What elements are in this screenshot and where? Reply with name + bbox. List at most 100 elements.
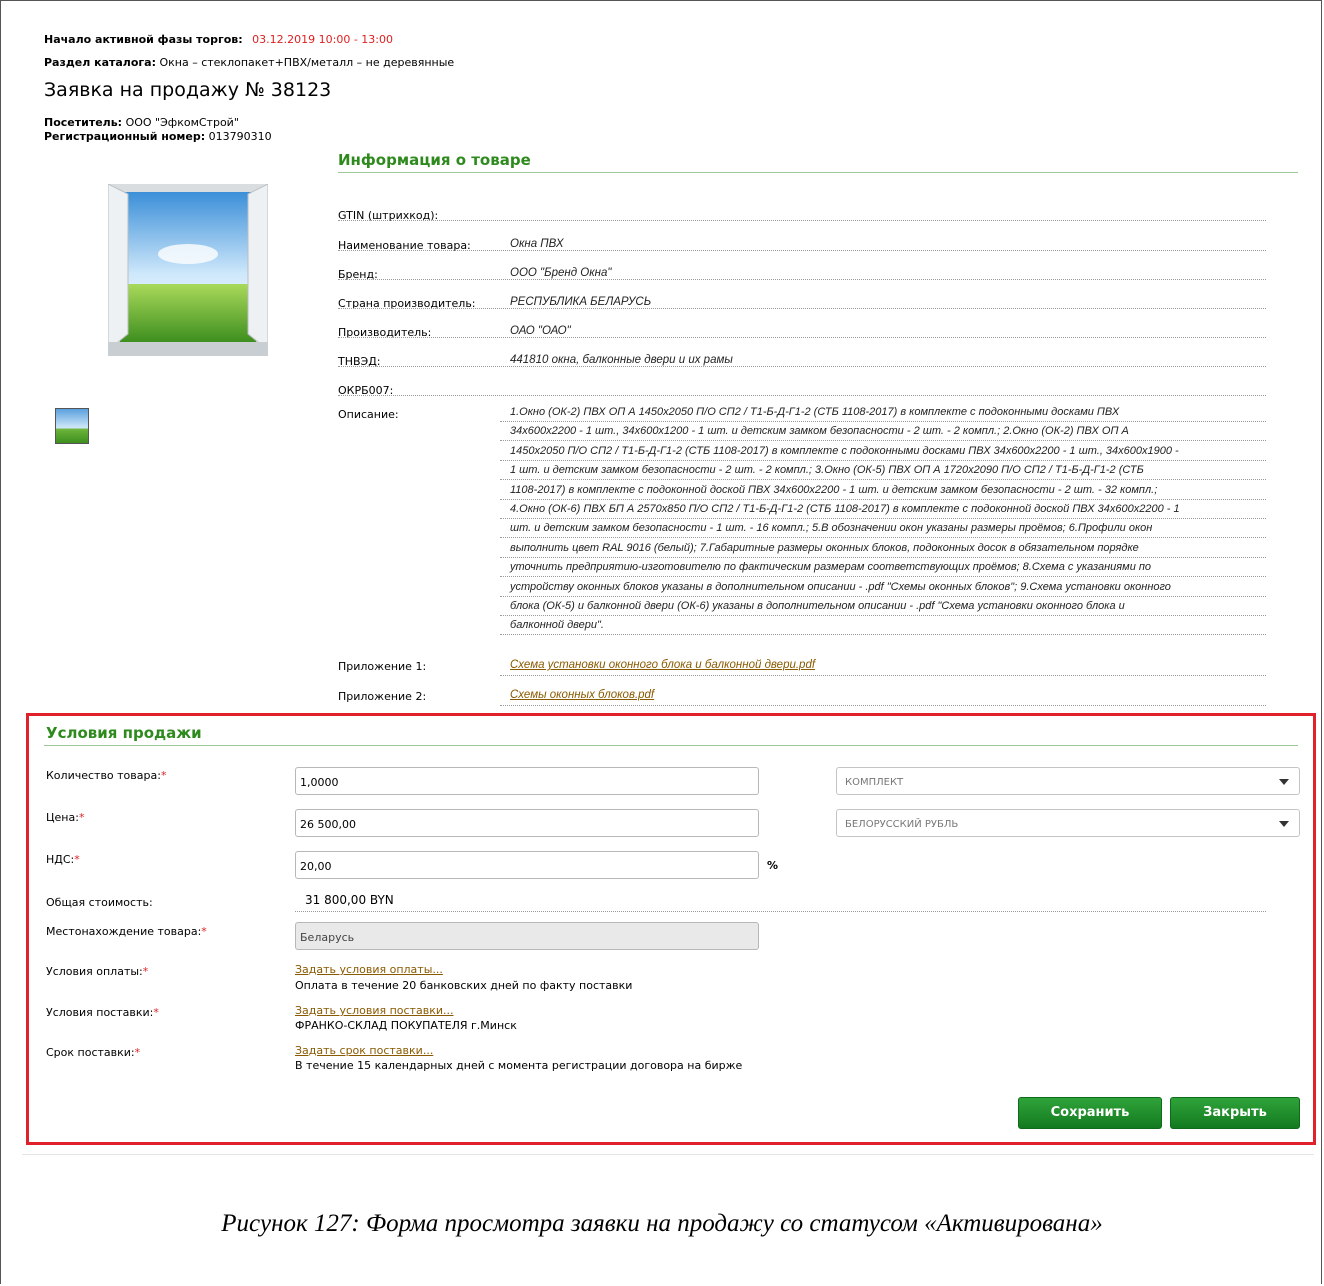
description-line-rule [500, 634, 1266, 636]
payment-label-text: Условия оплаты: [46, 965, 143, 978]
info-row-line [338, 308, 1266, 309]
description-line-rule [500, 576, 1266, 578]
catalog-label: Раздел каталога: [44, 56, 156, 69]
description-line: выполнить цвет RAL 9016 (белый); 7.Габар… [510, 541, 1139, 554]
description-line: устройству оконных блоков указаны в допо… [510, 580, 1171, 593]
term-link[interactable]: Задать срок поставки... [295, 1044, 433, 1057]
required-mark: * [74, 853, 80, 866]
qty-label-text: Количество товара: [46, 769, 161, 782]
currency-select[interactable]: БЕЛОРУССКИЙ РУБЛЬ [836, 809, 1300, 837]
total-value: 31 800,00 BYN [305, 893, 394, 907]
description-line: 1.Окно (ОК-2) ПВХ ОП А 1450x2050 П/О СП2… [510, 406, 1120, 418]
chevron-down-icon [1279, 779, 1289, 785]
description-line: балконной двери". [510, 619, 604, 632]
description-line-rule [500, 615, 1266, 616]
delivery-link[interactable]: Задать условия поставки... [295, 1004, 453, 1017]
info-row-value: ООО "Бренд Окна" [510, 267, 612, 279]
unit-select-value: КОМПЛЕКТ [845, 777, 904, 788]
window-image [107, 183, 269, 356]
close-button[interactable]: Закрыть [1170, 1097, 1300, 1129]
sale-conditions-title: Условия продажи [46, 724, 202, 742]
payment-link[interactable]: Задать условия оплаты... [295, 963, 443, 976]
info-row-line [338, 366, 1266, 367]
location-label: Местонахождение товара:* [46, 925, 207, 938]
payment-label: Условия оплаты:* [46, 965, 148, 978]
description-line-rule [500, 556, 1266, 558]
description-line-rule [500, 595, 1266, 597]
visitor: Посетитель: ООО "ЭфкомСтрой" [44, 116, 239, 129]
qty-input[interactable]: 1,0000 [295, 767, 759, 795]
chevron-down-icon [1279, 821, 1289, 827]
term-label: Срок поставки:* [46, 1046, 140, 1059]
attachment1-link[interactable]: Схема установки оконного блока и балконн… [510, 659, 815, 671]
reg-number: Регистрационный номер: 013790310 [44, 130, 272, 143]
product-info-title: Информация о товаре [338, 151, 531, 169]
vat-input[interactable]: 20,00 [295, 851, 759, 879]
info-row-line [338, 279, 1266, 280]
product-image [107, 183, 269, 364]
price-label: Цена:* [46, 811, 84, 824]
description-line-rule [500, 498, 1266, 500]
vat-unit: % [767, 859, 779, 872]
info-row-value: 441810 окна, балконные двери и их рамы [510, 354, 733, 366]
page-title: Заявка на продажу № 38123 [44, 79, 332, 101]
info-row-value: ОАО "ОАО" [510, 325, 571, 337]
attachment2-label: Приложение 2: [338, 690, 427, 703]
sale-conditions-rule [44, 745, 1298, 746]
visitor-value: ООО "ЭфкомСтрой" [125, 116, 239, 129]
attachment1-line [500, 675, 1266, 676]
info-row-line [338, 250, 1266, 251]
term-text: В течение 15 календарных дней с момента … [295, 1059, 743, 1072]
trade-start: Начало активной фазы торгов: 03.12.2019 … [44, 33, 393, 46]
price-label-text: Цена: [46, 811, 79, 824]
trade-start-label: Начало активной фазы торгов: [44, 33, 243, 46]
catalog-section: Раздел каталога: Окна – стеклопакет+ПВХ/… [44, 56, 454, 69]
attachment2-link[interactable]: Схемы оконных блоков.pdf [510, 689, 654, 701]
trade-start-value: 03.12.2019 10:00 - 13:00 [252, 33, 393, 46]
description-line-rule [500, 440, 1266, 442]
figure-caption: Рисунок 127: Форма просмотра заявки на п… [221, 1210, 1103, 1237]
info-row-line [338, 395, 1266, 396]
catalog-value: Окна – стеклопакет+ПВХ/металл – не дерев… [159, 56, 455, 69]
info-row-line [338, 220, 1266, 221]
qty-label: Количество товара:* [46, 769, 166, 782]
attachment2-line [500, 705, 1266, 706]
page-bottom-rule [22, 1154, 1314, 1155]
info-row-line [338, 337, 1266, 338]
description-line: уточнить предприятию-изготовителю по фак… [510, 561, 1152, 574]
unit-select[interactable]: КОМПЛЕКТ [836, 767, 1300, 795]
info-row-value: РЕСПУБЛИКА БЕЛАРУСЬ [510, 296, 652, 308]
description-line-rule [500, 537, 1266, 539]
description-line: 4.Окно (ОК-6) ПВХ БП А 2570x850 П/О СП2 … [510, 503, 1180, 515]
description-label: Описание: [338, 408, 399, 421]
description-line-rule [500, 421, 1266, 422]
total-line [295, 911, 1266, 912]
required-mark: * [134, 1046, 141, 1059]
description-line: 1108-2017) в комплекте с подоконной доск… [510, 483, 1158, 496]
delivery-label-text: Условия поставки: [46, 1006, 154, 1019]
required-mark: * [142, 965, 149, 978]
currency-select-value: БЕЛОРУССКИЙ РУБЛЬ [845, 819, 959, 830]
required-mark: * [160, 769, 167, 782]
delivery-label: Условия поставки:* [46, 1006, 159, 1019]
product-info-rule [338, 172, 1298, 173]
attachment1-label: Приложение 1: [338, 660, 427, 673]
term-label-text: Срок поставки: [46, 1046, 135, 1059]
price-input[interactable]: 26 500,00 [295, 809, 759, 837]
description-line: шт. и детским замком безопасности - 1 шт… [510, 522, 1153, 535]
payment-text: Оплата в течение 20 банковских дней по ф… [295, 979, 633, 992]
regnum-value: 013790310 [208, 130, 272, 143]
required-mark: * [153, 1006, 159, 1019]
total-label: Общая стоимость: [46, 896, 153, 909]
description-line: 1 шт. и детским замком безопасности - 2 … [510, 464, 1144, 477]
delivery-text: ФРАНКО-СКЛАД ПОКУПАТЕЛЯ г.Минск [295, 1019, 517, 1032]
location-label-text: Местонахождение товара: [46, 925, 202, 938]
save-button[interactable]: Сохранить [1018, 1097, 1162, 1129]
location-input[interactable]: Беларусь [295, 922, 759, 950]
required-mark: * [201, 925, 207, 938]
visitor-label: Посетитель: [44, 116, 123, 129]
product-thumbnail[interactable] [55, 408, 89, 444]
vat-label-text: НДС: [46, 853, 75, 866]
description-line-rule [500, 479, 1266, 481]
info-row-value: Окна ПВХ [510, 238, 564, 250]
